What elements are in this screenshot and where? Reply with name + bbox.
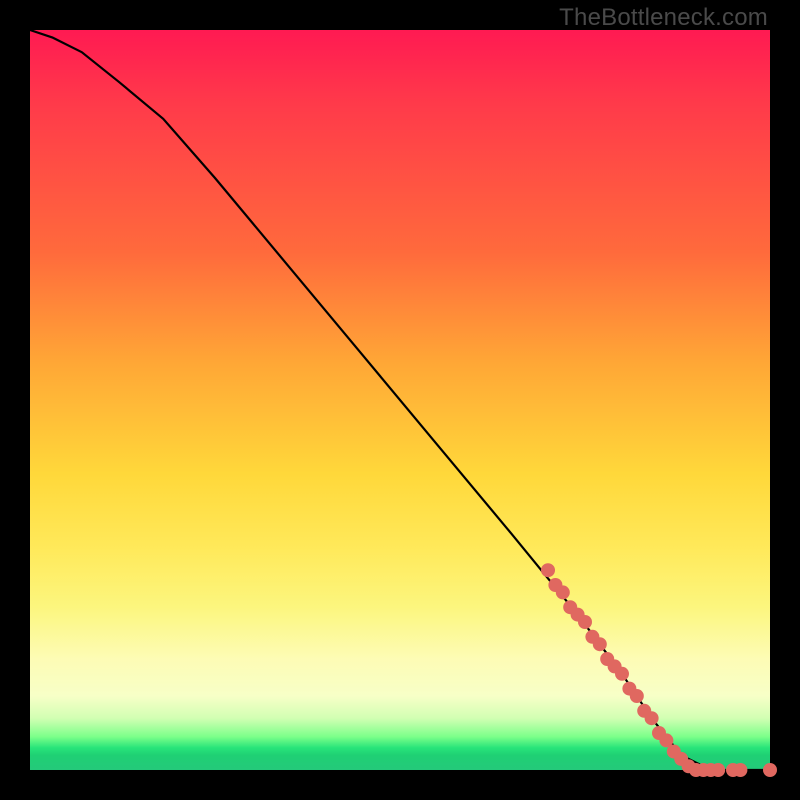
data-marker bbox=[578, 615, 592, 629]
data-marker bbox=[645, 711, 659, 725]
chart-frame: TheBottleneck.com bbox=[0, 0, 800, 800]
plot-area bbox=[30, 30, 770, 770]
data-marker bbox=[615, 667, 629, 681]
data-marker bbox=[593, 637, 607, 651]
chart-svg bbox=[30, 30, 770, 770]
data-marker bbox=[541, 563, 555, 577]
data-marker bbox=[556, 585, 570, 599]
series-markers bbox=[541, 563, 777, 777]
data-marker bbox=[733, 763, 747, 777]
data-marker bbox=[711, 763, 725, 777]
data-marker bbox=[763, 763, 777, 777]
data-marker bbox=[630, 689, 644, 703]
watermark-text: TheBottleneck.com bbox=[559, 4, 768, 32]
series-curve bbox=[30, 30, 770, 770]
